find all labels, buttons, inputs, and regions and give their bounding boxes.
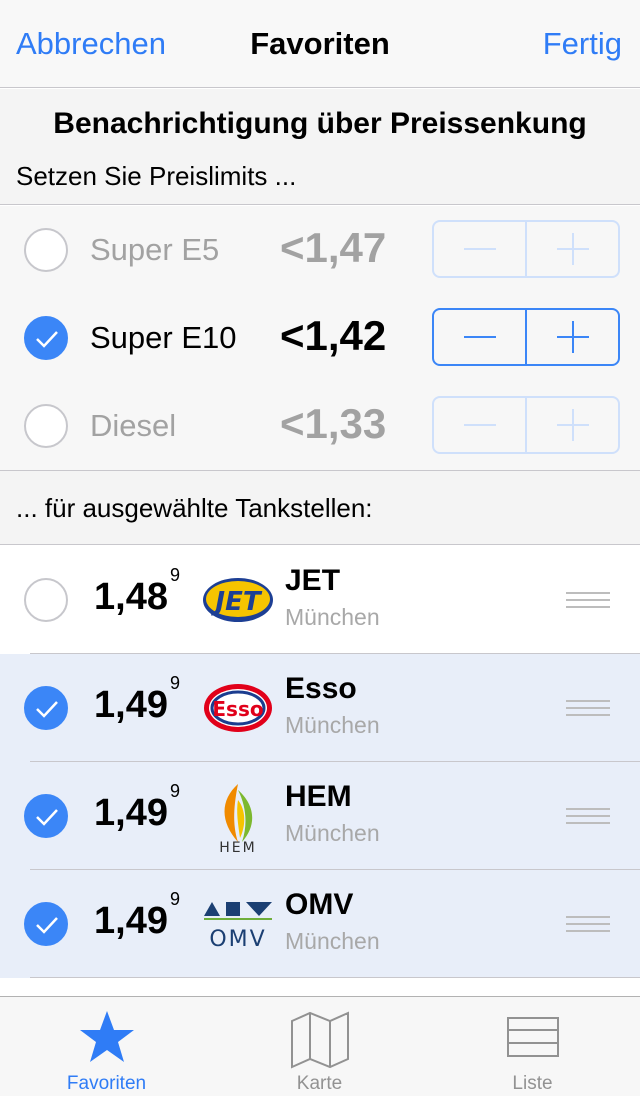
station-price: 1,489 [94, 565, 180, 618]
svg-text:JET: JET [210, 587, 262, 617]
notification-subtitle: Setzen Sie Preislimits ... [16, 161, 297, 191]
station-price: 1,499 [94, 673, 180, 726]
station-checkbox[interactable] [24, 794, 68, 838]
station-price: 1,499 [94, 889, 180, 942]
station-row-esso[interactable]: 1,499 Esso Esso München [0, 654, 640, 762]
increment-button[interactable] [527, 222, 618, 276]
reorder-handle-icon[interactable] [566, 916, 610, 932]
reorder-handle-icon[interactable] [566, 592, 610, 608]
fuel-row-super-e10: Super E10 <1,42 [0, 294, 640, 382]
stations-header-label: ... für ausgewählte Tankstellen: [16, 493, 373, 523]
hem-logo-icon: HEM [219, 784, 256, 852]
checkmark-icon [36, 917, 58, 934]
plus-icon [556, 233, 589, 265]
station-brand: OMV [285, 888, 354, 921]
star-icon [79, 1011, 134, 1062]
limit-stepper [432, 308, 620, 366]
fuel-checkbox-diesel[interactable] [24, 404, 68, 448]
tab-label: Favoriten [66, 1073, 147, 1094]
station-row-jet[interactable]: 1,489 JET JET München [0, 546, 640, 654]
minus-icon [463, 424, 496, 426]
station-city: München [285, 820, 380, 846]
station-brand: HEM [285, 780, 352, 813]
station-city: München [285, 604, 380, 630]
stations-section-header: ... für ausgewählte Tankstellen: [0, 470, 640, 545]
list-icon [506, 1017, 559, 1057]
minus-icon [463, 336, 496, 338]
svg-text:Esso: Esso [212, 697, 263, 721]
station-checkbox[interactable] [24, 578, 68, 622]
increment-button[interactable] [527, 310, 618, 364]
plus-icon [556, 409, 589, 441]
fuel-row-super-e5: Super E5 <1,47 [0, 206, 640, 294]
reorder-handle-icon[interactable] [566, 700, 610, 716]
increment-button[interactable] [527, 398, 618, 452]
station-city: München [285, 712, 380, 738]
limit-stepper [432, 396, 620, 454]
station-city: München [285, 928, 380, 954]
fuel-checkbox-super-e5[interactable] [24, 228, 68, 272]
esso-logo-icon: Esso [204, 684, 272, 732]
tab-karte[interactable]: Karte [213, 997, 426, 1096]
station-brand: Esso [285, 672, 357, 705]
notification-section-header: Benachrichtigung über Preissenkung Setze… [0, 89, 640, 205]
fuel-checkbox-super-e10[interactable] [24, 316, 68, 360]
fuel-limit: <1,42 [280, 312, 387, 359]
tab-bar: Favoriten Karte Liste [0, 996, 640, 1096]
navigation-bar: Abbrechen Favoriten Fertig [0, 0, 640, 88]
fuel-limits-list: Super E5 <1,47 Super E10 <1,42 Diesel <1… [0, 206, 640, 470]
station-brand: JET [285, 564, 341, 597]
tab-liste[interactable]: Liste [426, 997, 639, 1096]
svg-text:HEM: HEM [219, 840, 256, 852]
station-row-omv[interactable]: 1,499 OMV OMV München [0, 870, 640, 978]
done-button[interactable]: Fertig [543, 26, 622, 62]
decrement-button[interactable] [434, 398, 527, 452]
station-price: 1,499 [94, 781, 180, 834]
reorder-handle-icon[interactable] [566, 808, 610, 824]
checkmark-icon [36, 701, 58, 718]
fuel-name: Super E5 [90, 232, 220, 267]
svg-text:OMV: OMV [209, 927, 266, 952]
omv-logo-icon: OMV [204, 902, 272, 952]
fuel-limit: <1,33 [280, 400, 387, 447]
row-divider [30, 977, 640, 978]
tab-label: Liste [512, 1073, 553, 1094]
station-row-hem[interactable]: 1,499 HEM HEM München [0, 762, 640, 870]
plus-icon [556, 321, 589, 353]
checkmark-icon [36, 331, 58, 348]
tab-favoriten[interactable]: Favoriten [0, 997, 213, 1096]
fuel-name: Super E10 [90, 320, 237, 355]
limit-stepper [432, 220, 620, 278]
jet-logo-icon: JET [203, 578, 273, 622]
decrement-button[interactable] [434, 310, 527, 364]
notification-title: Benachrichtigung über Preissenkung [53, 107, 587, 140]
fuel-row-diesel: Diesel <1,33 [0, 382, 640, 470]
station-checkbox[interactable] [24, 686, 68, 730]
minus-icon [463, 248, 496, 250]
map-icon [290, 1011, 349, 1069]
station-checkbox[interactable] [24, 902, 68, 946]
tab-label: Karte [296, 1073, 343, 1094]
decrement-button[interactable] [434, 222, 527, 276]
fuel-limit: <1,47 [280, 224, 387, 271]
fuel-name: Diesel [90, 408, 177, 443]
checkmark-icon [36, 809, 58, 826]
